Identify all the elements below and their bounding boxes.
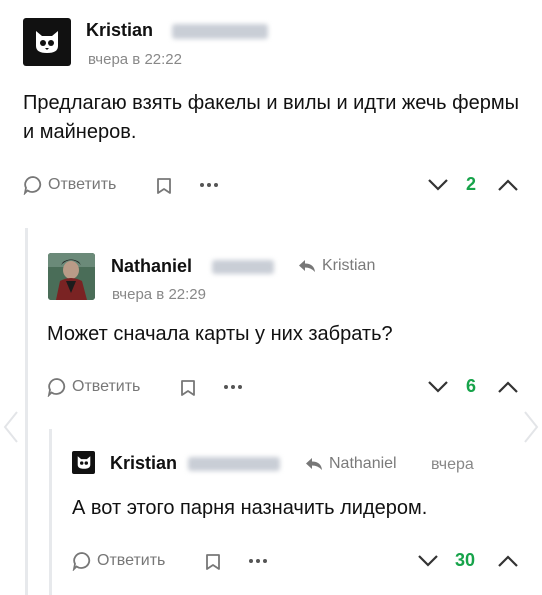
author-name[interactable]: Kristian [110,453,177,474]
upvote-icon[interactable] [496,175,520,195]
downvote-icon[interactable] [416,551,440,571]
more-options-icon[interactable] [222,380,244,394]
score-count: 30 [455,550,476,570]
comment-text: Может сначала карты у них забрать? [47,323,393,345]
upvote-icon[interactable] [496,551,520,571]
bookmark-icon[interactable] [204,552,222,572]
reply-to-link[interactable]: Nathaniel [305,455,397,473]
reply-label: Ответить [97,552,166,569]
avatar[interactable] [48,253,95,300]
comment-text: А вот этого парня назначить лидером. [72,497,428,519]
blurred-surname [172,24,268,39]
reply-button[interactable]: Ответить [47,377,140,397]
downvote-icon[interactable] [426,175,450,195]
next-arrow-icon[interactable] [522,410,540,449]
avatar[interactable] [72,451,95,474]
previous-arrow-icon[interactable] [2,410,20,449]
reply-button[interactable]: Ответить [72,551,165,571]
owl-logo-icon [36,31,58,53]
reply-arrow-icon [306,458,322,470]
reply-arrow-icon [299,260,315,272]
blurred-surname [188,457,280,471]
comment-time[interactable]: вчера [431,456,474,474]
speech-bubble-icon [47,378,66,397]
reply-to-name: Nathaniel [329,455,397,472]
author-name[interactable]: Nathaniel [111,256,192,277]
avatar[interactable] [23,18,71,66]
score-count: 6 [466,376,477,396]
reply-label: Ответить [72,378,141,395]
score-count: 2 [466,174,477,194]
comment-time[interactable]: вчера в 22:29 [112,286,206,303]
more-options-icon[interactable] [247,554,269,568]
comment-time[interactable]: вчера в 22:22 [88,51,182,68]
bookmark-icon[interactable] [155,176,173,196]
thread-line [49,429,52,595]
reply-to-link[interactable]: Kristian [298,257,375,275]
author-name[interactable]: Kristian [86,20,153,41]
upvote-icon[interactable] [496,377,520,397]
downvote-icon[interactable] [426,377,450,397]
reply-to-name: Kristian [322,257,376,274]
owl-logo-icon [77,456,90,469]
speech-bubble-icon [72,552,91,571]
comment-text: Предлагаю взять факелы и вилы и идти жеч… [23,92,519,143]
user-photo [48,253,95,300]
speech-bubble-icon [23,176,42,195]
blurred-surname [212,260,274,274]
reply-button[interactable]: Ответить [23,175,116,195]
bookmark-icon[interactable] [179,378,197,398]
thread-line [25,228,28,595]
more-options-icon[interactable] [198,178,220,192]
reply-label: Ответить [48,176,117,193]
